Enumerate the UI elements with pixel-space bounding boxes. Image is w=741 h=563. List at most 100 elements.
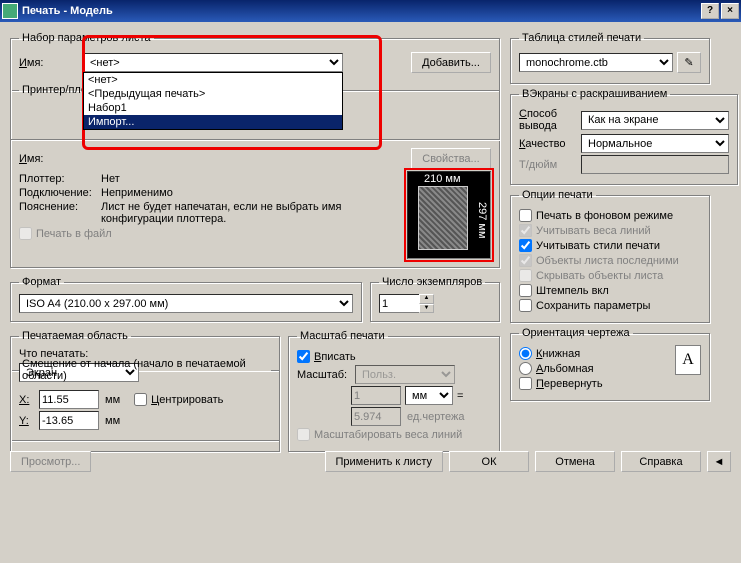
offset-x-mm: мм xyxy=(105,394,120,406)
opt-styles-checkbox[interactable] xyxy=(519,239,532,252)
scale-draw-unit: ед.чертежа xyxy=(407,411,464,423)
opt-save-label: Сохранить параметры xyxy=(536,300,650,312)
copies-down[interactable]: ▼ xyxy=(419,304,434,314)
orientation-icon: A xyxy=(675,345,701,375)
window-title: Печать - Модель xyxy=(22,5,699,17)
opt-save-checkbox[interactable] xyxy=(519,299,532,312)
page-setup-option-none[interactable]: <нет> xyxy=(84,73,342,87)
scale-draw-num xyxy=(351,407,401,426)
plot-area-legend: Печатаемая область xyxy=(19,330,131,342)
page-setup-dropdown-list[interactable]: <нет> <Предыдущая печать> Набор1 Импорт.… xyxy=(83,72,343,130)
center-checkbox[interactable] xyxy=(134,393,147,406)
paper-size-legend: Формат xyxy=(19,276,64,288)
add-page-setup-button[interactable]: Добавить... xyxy=(411,52,491,73)
plotter-label: Плоттер: xyxy=(19,173,97,185)
dpi-input xyxy=(581,155,729,174)
app-icon xyxy=(2,3,18,19)
copies-input[interactable] xyxy=(379,294,419,313)
style-table-group: Таблица стилей печати monochrome.ctb ✎ xyxy=(510,32,710,84)
scale-legend: Масштаб печати xyxy=(297,330,388,342)
page-setup-name-select[interactable]: <нет> xyxy=(83,53,343,72)
edit-style-button[interactable]: ✎ xyxy=(677,52,701,73)
paper-size-group: Формат ISO A4 (210.00 x 297.00 мм) xyxy=(10,276,362,322)
help-titlebar-button[interactable]: ? xyxy=(701,3,719,19)
fit-checkbox[interactable] xyxy=(297,350,310,363)
expand-button[interactable]: ◄ xyxy=(707,451,731,472)
scale-eq: = xyxy=(457,390,463,402)
center-label: Центрировать xyxy=(151,394,223,406)
opt-hide-checkbox xyxy=(519,269,532,282)
offset-x-input[interactable] xyxy=(39,390,99,409)
shade-mode-select[interactable]: Как на экране xyxy=(581,111,729,130)
page-setup-name-label: Имя: xyxy=(19,57,79,69)
fit-label: Вписать xyxy=(314,351,356,363)
opt-last-checkbox xyxy=(519,254,532,267)
opt-bg-checkbox[interactable] xyxy=(519,209,532,222)
chevron-left-icon: ◄ xyxy=(714,456,725,468)
pencil-icon: ✎ xyxy=(684,57,693,69)
style-table-select[interactable]: monochrome.ctb xyxy=(519,53,673,72)
apply-button[interactable]: Применить к листу xyxy=(325,451,444,472)
offset-y-label: Y: xyxy=(19,415,35,427)
opt-lw-checkbox xyxy=(519,224,532,237)
offset-y-input[interactable] xyxy=(39,411,99,430)
desc-label: Пояснение: xyxy=(19,201,97,213)
print-to-file-checkbox xyxy=(19,227,32,240)
orientation-legend: Ориентация чертежа xyxy=(519,327,633,339)
orientation-group: Ориентация чертежа Книжная Альбомная Пер… xyxy=(510,327,710,401)
opt-stamp-label: Штемпель вкл xyxy=(536,285,609,297)
scale-lw-checkbox xyxy=(297,428,310,441)
page-setup-option-prev[interactable]: <Предыдущая печать> xyxy=(84,87,342,101)
opt-lw-label: Учитывать веса линий xyxy=(536,225,651,237)
paper-size-select[interactable]: ISO A4 (210.00 x 297.00 мм) xyxy=(19,294,353,313)
plotter-value: Нет xyxy=(101,173,120,185)
scale-group: Масштаб печати Вписать Масштаб:Польз. мм… xyxy=(288,330,500,452)
opt-stamp-checkbox[interactable] xyxy=(519,284,532,297)
printer-props-button: Свойства... xyxy=(411,148,491,169)
print-to-file-label: Печать в файл xyxy=(36,228,112,240)
copies-spinner[interactable]: ▲▼ xyxy=(379,294,434,313)
close-button[interactable]: × xyxy=(721,3,739,19)
page-setup-option-nabor1[interactable]: Набор1 xyxy=(84,101,342,115)
scale-select: Польз. xyxy=(355,365,455,384)
opt-last-label: Объекты листа последними xyxy=(536,255,679,267)
opt-hide-label: Скрывать объекты листа xyxy=(536,270,663,282)
printer-name-label: Имя: xyxy=(19,153,79,165)
options-legend: Опции печати xyxy=(519,189,596,201)
scale-lw-label: Масштабировать веса линий xyxy=(314,429,462,441)
page-setup-group: Набор параметров листа Имя: <нет> <нет> … xyxy=(10,32,500,140)
opt-styles-label: Учитывать стили печати xyxy=(536,240,660,252)
shaded-group: ВЭкраны с раскрашиванием Способ выводаКа… xyxy=(510,88,738,185)
landscape-label: Альбомная xyxy=(536,363,594,375)
cancel-button[interactable]: Отмена xyxy=(535,451,615,472)
connection-value: Неприменимо xyxy=(101,187,173,199)
shade-mode-label: Способ вывода xyxy=(519,108,577,132)
copies-up[interactable]: ▲ xyxy=(419,294,434,304)
shaded-legend: ВЭкраны с раскрашиванием xyxy=(519,88,670,100)
copies-group: Число экземпляров ▲▼ xyxy=(370,276,500,322)
style-table-legend: Таблица стилей печати xyxy=(519,32,644,44)
portrait-radio[interactable] xyxy=(519,347,532,360)
page-setup-legend: Набор параметров листа xyxy=(19,32,154,44)
offset-y-mm: мм xyxy=(105,415,120,427)
upside-label: Перевернуть xyxy=(536,378,603,390)
connection-label: Подключение: xyxy=(19,187,97,199)
options-group: Опции печати Печать в фоновом режиме Учи… xyxy=(510,189,710,323)
opt-bg-label: Печать в фоновом режиме xyxy=(536,210,673,222)
desc-value: Лист не будет напечатан, если не выбрать… xyxy=(101,201,407,225)
upside-checkbox[interactable] xyxy=(519,377,532,390)
landscape-radio[interactable] xyxy=(519,362,532,375)
preview-button: Просмотр... xyxy=(10,451,91,472)
help-button[interactable]: Справка xyxy=(621,451,701,472)
title-bar: Печать - Модель ? × xyxy=(0,0,741,22)
copies-legend: Число экземпляров xyxy=(379,276,485,288)
quality-select[interactable]: Нормальное xyxy=(581,134,729,153)
portrait-label: Книжная xyxy=(536,348,580,360)
page-setup-option-import[interactable]: Импорт... xyxy=(84,115,342,129)
preview-highlight xyxy=(404,168,494,262)
scale-unit-select[interactable]: мм xyxy=(405,386,453,405)
quality-label: Качество xyxy=(519,138,577,150)
scale-unit-num xyxy=(351,386,401,405)
ok-button[interactable]: ОК xyxy=(449,451,529,472)
offset-x-label: X: xyxy=(19,394,35,406)
